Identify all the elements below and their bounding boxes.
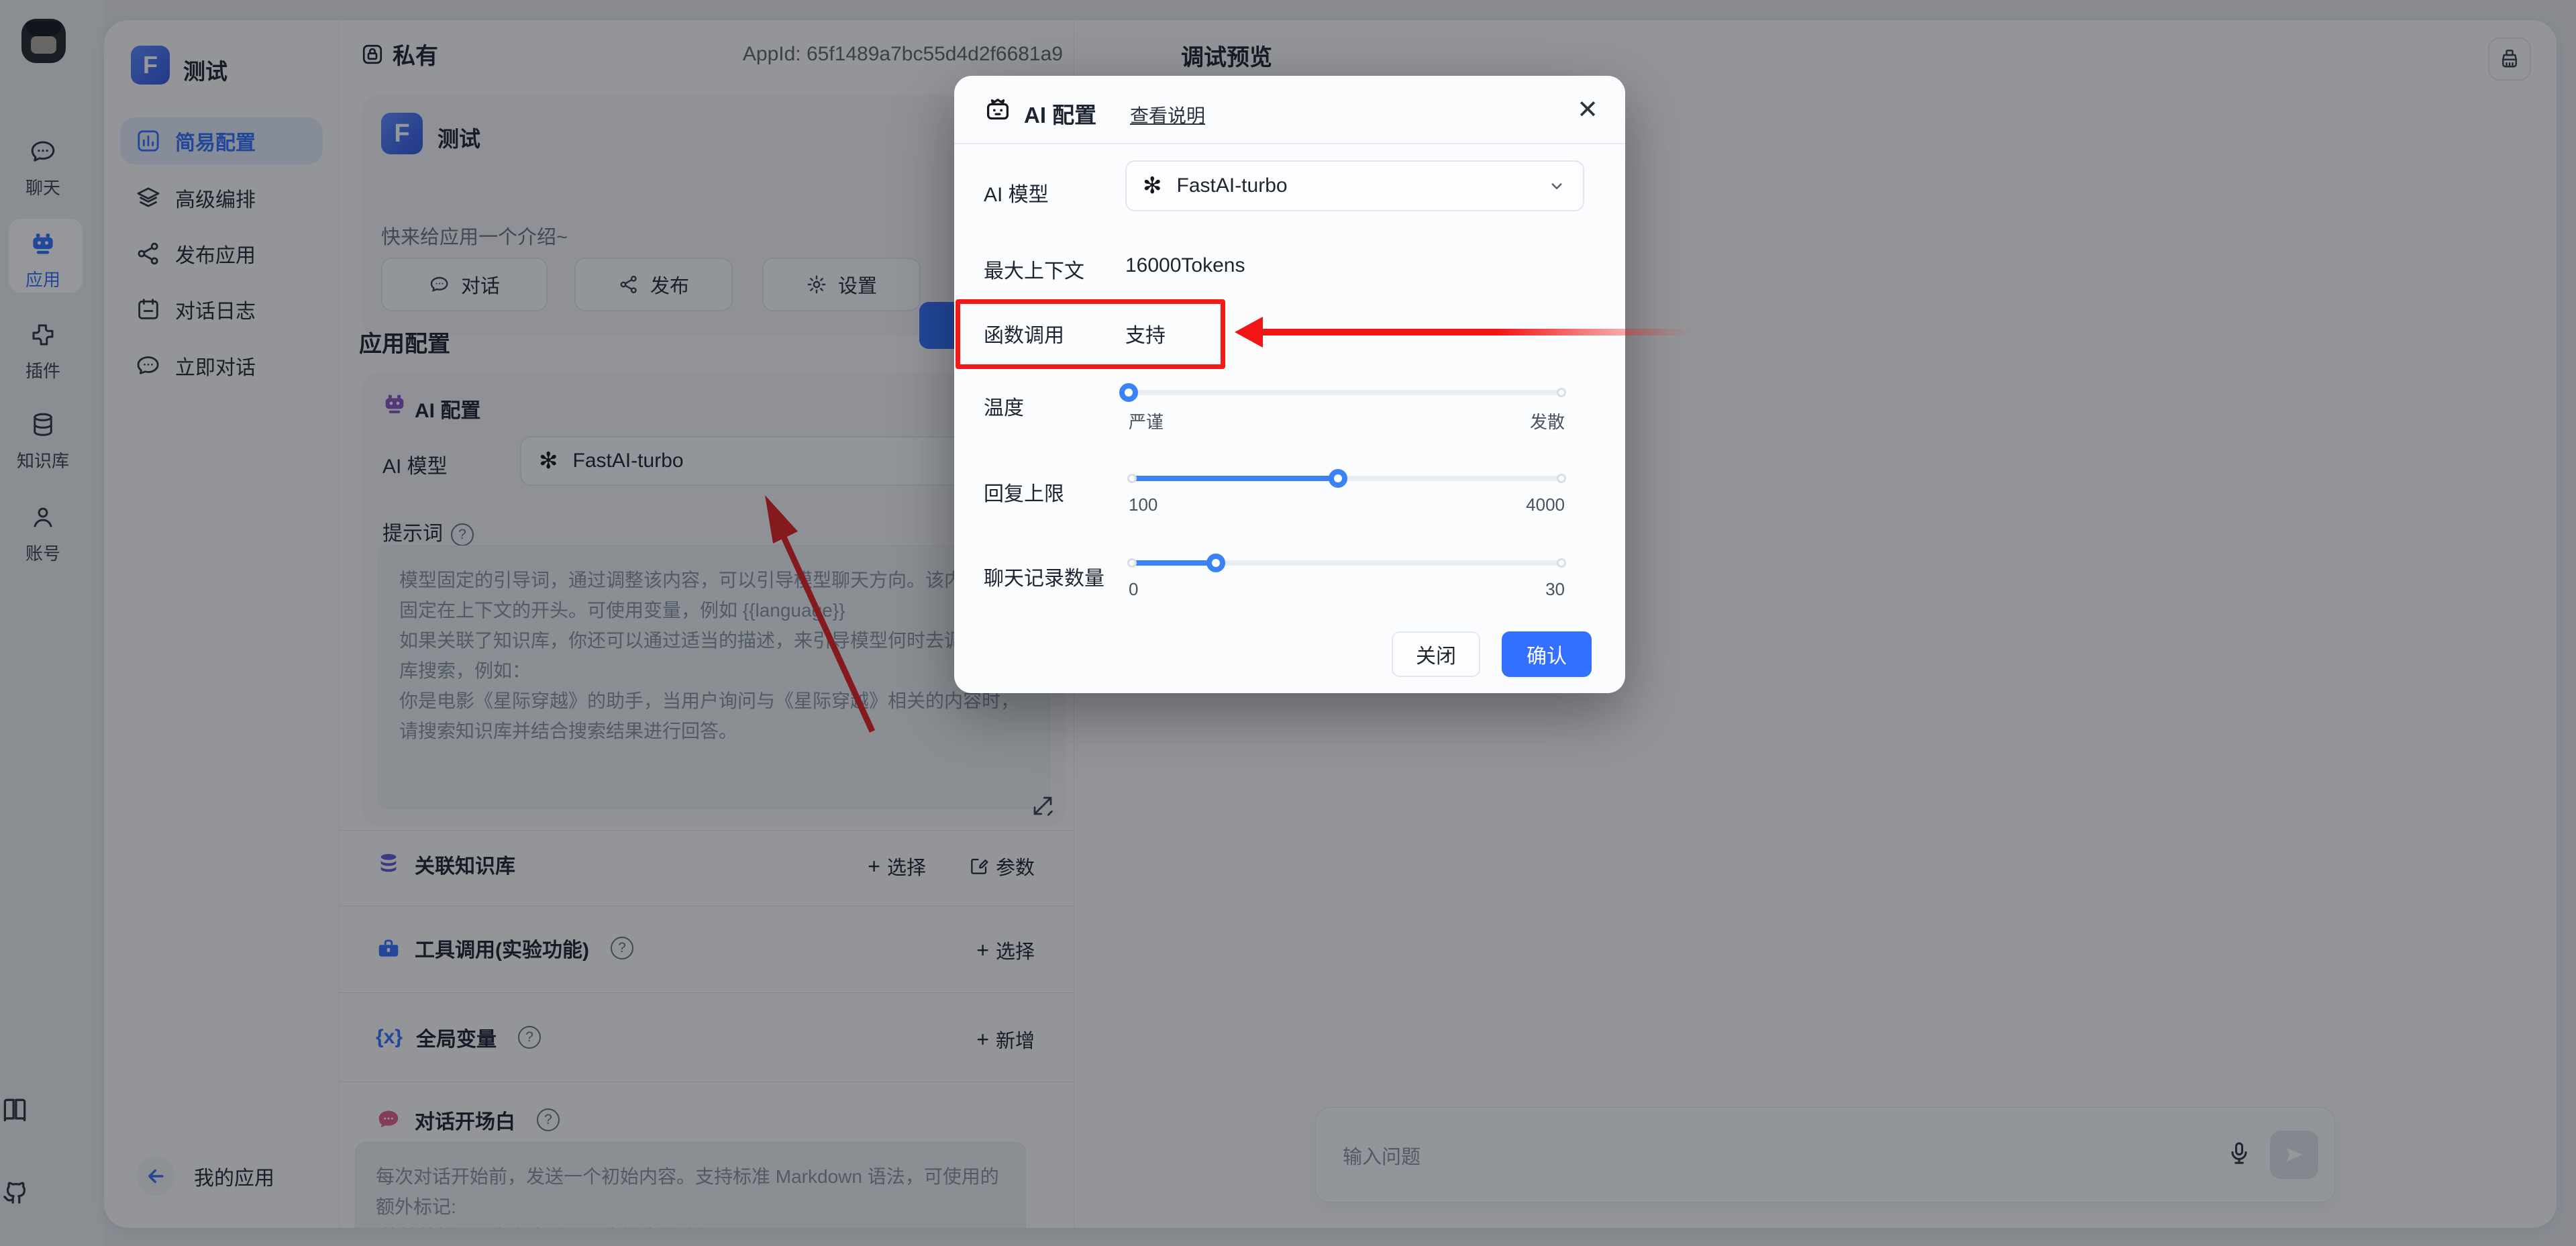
max-context-value: 16000Tokens bbox=[1125, 254, 1245, 276]
app-root: 聊天 应用 插件 知识库 账号 F 测试 简易配置 高级编排 发布应用 对话日志… bbox=[0, 0, 2576, 1246]
slider-handle[interactable] bbox=[1206, 554, 1225, 572]
slider-handle[interactable] bbox=[1329, 469, 1347, 488]
modal-model-select[interactable]: ✻ FastAI-turbo bbox=[1125, 160, 1584, 211]
temperature-max-label: 发散 bbox=[1529, 412, 1565, 432]
modal-model-label: AI 模型 bbox=[984, 184, 1049, 206]
max-context-label: 最大上下文 bbox=[984, 260, 1084, 282]
temperature-label: 温度 bbox=[984, 397, 1024, 419]
close-icon[interactable]: ✕ bbox=[1577, 95, 1598, 125]
reply-limit-max-label: 4000 bbox=[1526, 495, 1565, 515]
ai-config-modal: AI 配置 查看说明 ✕ AI 模型 ✻ FastAI-turbo 最大上下文 … bbox=[954, 76, 1625, 693]
history-count-min-label: 0 bbox=[1129, 579, 1139, 599]
history-count-slider[interactable] bbox=[1127, 554, 1566, 574]
history-count-max-label: 30 bbox=[1545, 579, 1565, 599]
annotation-box-function-call bbox=[956, 299, 1225, 369]
openai-icon: ✻ bbox=[1143, 173, 1162, 199]
reply-limit-slider[interactable] bbox=[1127, 469, 1566, 489]
annotation-arrow-line bbox=[1260, 329, 1693, 335]
robot-outline-icon bbox=[982, 95, 1013, 125]
temperature-min-label: 严谨 bbox=[1129, 412, 1164, 432]
reply-limit-label: 回复上限 bbox=[984, 483, 1064, 505]
history-count-label: 聊天记录数量 bbox=[984, 568, 1104, 590]
modal-header: AI 配置 查看说明 ✕ bbox=[954, 76, 1625, 144]
annotation-arrow-head bbox=[1235, 317, 1263, 348]
temperature-slider[interactable] bbox=[1119, 383, 1566, 403]
help-doc-link[interactable]: 查看说明 bbox=[1130, 101, 1205, 128]
modal-title: AI 配置 bbox=[1024, 103, 1097, 127]
slider-handle[interactable] bbox=[1119, 383, 1138, 402]
modal-model-value: FastAI-turbo bbox=[1176, 174, 1288, 197]
reply-limit-min-label: 100 bbox=[1129, 495, 1158, 515]
chevron-down-icon bbox=[1547, 176, 1567, 196]
modal-close-button[interactable]: 关闭 bbox=[1392, 631, 1480, 677]
modal-confirm-button[interactable]: 确认 bbox=[1502, 631, 1592, 677]
